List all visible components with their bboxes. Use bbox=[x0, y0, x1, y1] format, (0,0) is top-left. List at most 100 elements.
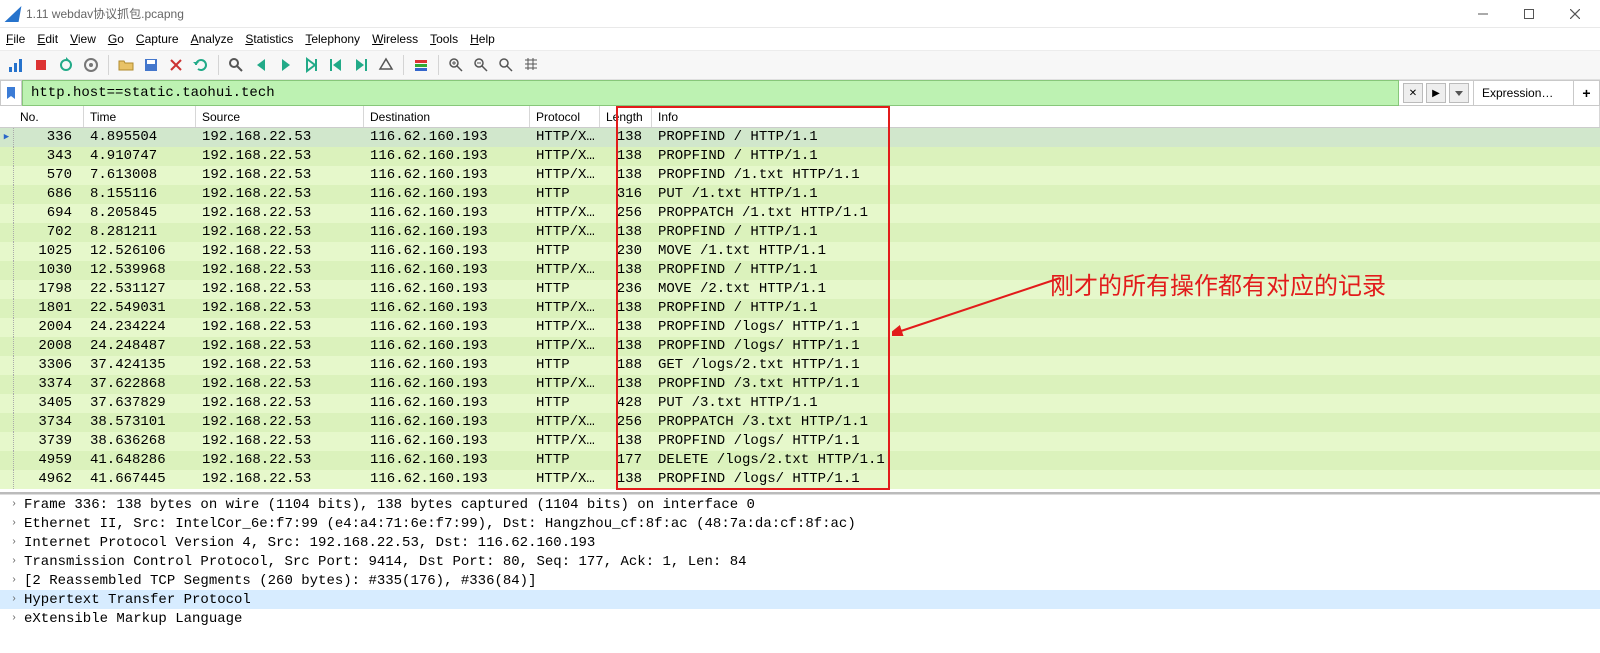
toolbar-go-to-packet-icon[interactable] bbox=[299, 53, 323, 77]
packet-row[interactable]: 6868.155116192.168.22.53116.62.160.193HT… bbox=[0, 185, 1600, 204]
toolbar-zoom-in-icon[interactable] bbox=[444, 53, 468, 77]
filter-apply-button[interactable]: ▶ bbox=[1426, 83, 1446, 103]
menu-analyze[interactable]: Analyze bbox=[191, 32, 234, 46]
menu-go[interactable]: Go bbox=[108, 32, 124, 46]
col-head-length[interactable]: Length bbox=[600, 106, 652, 127]
menu-file[interactable]: File bbox=[6, 32, 25, 46]
filter-clear-button[interactable]: ✕ bbox=[1403, 83, 1423, 103]
toolbar-start-capture-icon[interactable] bbox=[4, 53, 28, 77]
cell-time: 41.667445 bbox=[84, 470, 196, 489]
packet-row[interactable]: 496241.667445192.168.22.53116.62.160.193… bbox=[0, 470, 1600, 489]
cell-no: 2008 bbox=[14, 337, 84, 356]
close-button[interactable] bbox=[1552, 0, 1598, 28]
cell-src: 192.168.22.53 bbox=[196, 299, 364, 318]
packet-row[interactable]: 340537.637829192.168.22.53116.62.160.193… bbox=[0, 394, 1600, 413]
toolbar-go-forward-icon[interactable] bbox=[274, 53, 298, 77]
packet-row[interactable]: 200424.234224192.168.22.53116.62.160.193… bbox=[0, 318, 1600, 337]
cell-dst: 116.62.160.193 bbox=[364, 337, 530, 356]
maximize-button[interactable] bbox=[1506, 0, 1552, 28]
packet-row[interactable]: 373938.636268192.168.22.53116.62.160.193… bbox=[0, 432, 1600, 451]
expand-caret-icon[interactable]: › bbox=[8, 556, 20, 567]
filter-add-button[interactable]: + bbox=[1574, 80, 1600, 106]
details-row[interactable]: ›Frame 336: 138 bytes on wire (1104 bits… bbox=[0, 495, 1600, 514]
toolbar-save-icon[interactable] bbox=[139, 53, 163, 77]
cell-dst: 116.62.160.193 bbox=[364, 223, 530, 242]
packet-row[interactable]: 330637.424135192.168.22.53116.62.160.193… bbox=[0, 356, 1600, 375]
menu-capture[interactable]: Capture bbox=[136, 32, 179, 46]
cell-time: 24.248487 bbox=[84, 337, 196, 356]
menu-telephony[interactable]: Telephony bbox=[305, 32, 360, 46]
toolbar-zoom-reset-icon[interactable] bbox=[494, 53, 518, 77]
col-head-protocol[interactable]: Protocol bbox=[530, 106, 600, 127]
display-filter-input[interactable] bbox=[29, 84, 1392, 102]
cell-len: 256 bbox=[600, 413, 652, 432]
details-row[interactable]: ›Hypertext Transfer Protocol bbox=[0, 590, 1600, 609]
cell-time: 4.910747 bbox=[84, 147, 196, 166]
cell-time: 38.636268 bbox=[84, 432, 196, 451]
toolbar-go-first-icon[interactable] bbox=[324, 53, 348, 77]
expand-caret-icon[interactable]: › bbox=[8, 537, 20, 548]
details-row[interactable]: ›eXtensible Markup Language bbox=[0, 609, 1600, 628]
menu-wireless[interactable]: Wireless bbox=[372, 32, 418, 46]
display-filter-field[interactable] bbox=[22, 80, 1399, 106]
toolbar-reload-icon[interactable] bbox=[189, 53, 213, 77]
col-head-info[interactable]: Info bbox=[652, 106, 1600, 127]
packet-list-header[interactable]: No. Time Source Destination Protocol Len… bbox=[0, 106, 1600, 128]
details-row[interactable]: ›Ethernet II, Src: IntelCor_6e:f7:99 (e4… bbox=[0, 514, 1600, 533]
menu-help[interactable]: Help bbox=[470, 32, 495, 46]
packet-row[interactable]: 7028.281211192.168.22.53116.62.160.193HT… bbox=[0, 223, 1600, 242]
packet-row[interactable]: 180122.549031192.168.22.53116.62.160.193… bbox=[0, 299, 1600, 318]
menu-tools[interactable]: Tools bbox=[430, 32, 458, 46]
toolbar-colorize-icon[interactable] bbox=[409, 53, 433, 77]
col-head-time[interactable]: Time bbox=[84, 106, 196, 127]
toolbar-capture-options-icon[interactable] bbox=[79, 53, 103, 77]
menu-statistics[interactable]: Statistics bbox=[245, 32, 293, 46]
cell-time: 37.637829 bbox=[84, 394, 196, 413]
toolbar-go-back-icon[interactable] bbox=[249, 53, 273, 77]
packet-row[interactable]: 373438.573101192.168.22.53116.62.160.193… bbox=[0, 413, 1600, 432]
toolbar-close-icon[interactable] bbox=[164, 53, 188, 77]
expand-caret-icon[interactable]: › bbox=[8, 594, 20, 605]
cell-proto: HTTP bbox=[530, 242, 600, 261]
details-row[interactable]: ›Transmission Control Protocol, Src Port… bbox=[0, 552, 1600, 571]
details-row[interactable]: ›Internet Protocol Version 4, Src: 192.1… bbox=[0, 533, 1600, 552]
packet-row[interactable]: 337437.622868192.168.22.53116.62.160.193… bbox=[0, 375, 1600, 394]
toolbar-restart-capture-icon[interactable] bbox=[54, 53, 78, 77]
cell-len: 138 bbox=[600, 318, 652, 337]
expand-caret-icon[interactable]: › bbox=[8, 499, 20, 510]
toolbar-open-icon[interactable] bbox=[114, 53, 138, 77]
toolbar-resize-columns-icon[interactable] bbox=[519, 53, 543, 77]
menu-edit[interactable]: Edit bbox=[37, 32, 58, 46]
filter-recent-button[interactable] bbox=[1449, 83, 1469, 103]
toolbar-autoscroll-icon[interactable] bbox=[374, 53, 398, 77]
toolbar-go-last-icon[interactable] bbox=[349, 53, 373, 77]
col-head-no[interactable]: No. bbox=[14, 106, 84, 127]
minimize-button[interactable] bbox=[1460, 0, 1506, 28]
expand-caret-icon[interactable]: › bbox=[8, 518, 20, 529]
toolbar-zoom-out-icon[interactable] bbox=[469, 53, 493, 77]
packet-row[interactable]: 6948.205845192.168.22.53116.62.160.193HT… bbox=[0, 204, 1600, 223]
cell-info: PROPFIND /logs/ HTTP/1.1 bbox=[652, 470, 1600, 489]
packet-row[interactable]: 3364.895504192.168.22.53116.62.160.193HT… bbox=[0, 128, 1600, 147]
packet-row[interactable]: 179822.531127192.168.22.53116.62.160.193… bbox=[0, 280, 1600, 299]
packet-row[interactable]: 3434.910747192.168.22.53116.62.160.193HT… bbox=[0, 147, 1600, 166]
toolbar-stop-capture-icon[interactable] bbox=[29, 53, 53, 77]
packet-list-pane[interactable]: No. Time Source Destination Protocol Len… bbox=[0, 106, 1600, 494]
expand-caret-icon[interactable]: › bbox=[8, 613, 20, 624]
filter-expression-button[interactable]: Expression… bbox=[1474, 80, 1574, 106]
details-row[interactable]: ›[2 Reassembled TCP Segments (260 bytes)… bbox=[0, 571, 1600, 590]
menu-view[interactable]: View bbox=[70, 32, 96, 46]
cell-proto: HTTP bbox=[530, 394, 600, 413]
col-head-destination[interactable]: Destination bbox=[364, 106, 530, 127]
packet-row[interactable]: 103012.539968192.168.22.53116.62.160.193… bbox=[0, 261, 1600, 280]
expand-caret-icon[interactable]: › bbox=[8, 575, 20, 586]
col-head-source[interactable]: Source bbox=[196, 106, 364, 127]
packet-details-pane[interactable]: ›Frame 336: 138 bytes on wire (1104 bits… bbox=[0, 494, 1600, 644]
packet-row[interactable]: 200824.248487192.168.22.53116.62.160.193… bbox=[0, 337, 1600, 356]
packet-row[interactable]: 102512.526106192.168.22.53116.62.160.193… bbox=[0, 242, 1600, 261]
packet-row[interactable]: 5707.613008192.168.22.53116.62.160.193HT… bbox=[0, 166, 1600, 185]
cell-time: 7.613008 bbox=[84, 166, 196, 185]
packet-row[interactable]: 495941.648286192.168.22.53116.62.160.193… bbox=[0, 451, 1600, 470]
toolbar-find-icon[interactable] bbox=[224, 53, 248, 77]
filter-bookmark-icon[interactable] bbox=[0, 80, 22, 106]
